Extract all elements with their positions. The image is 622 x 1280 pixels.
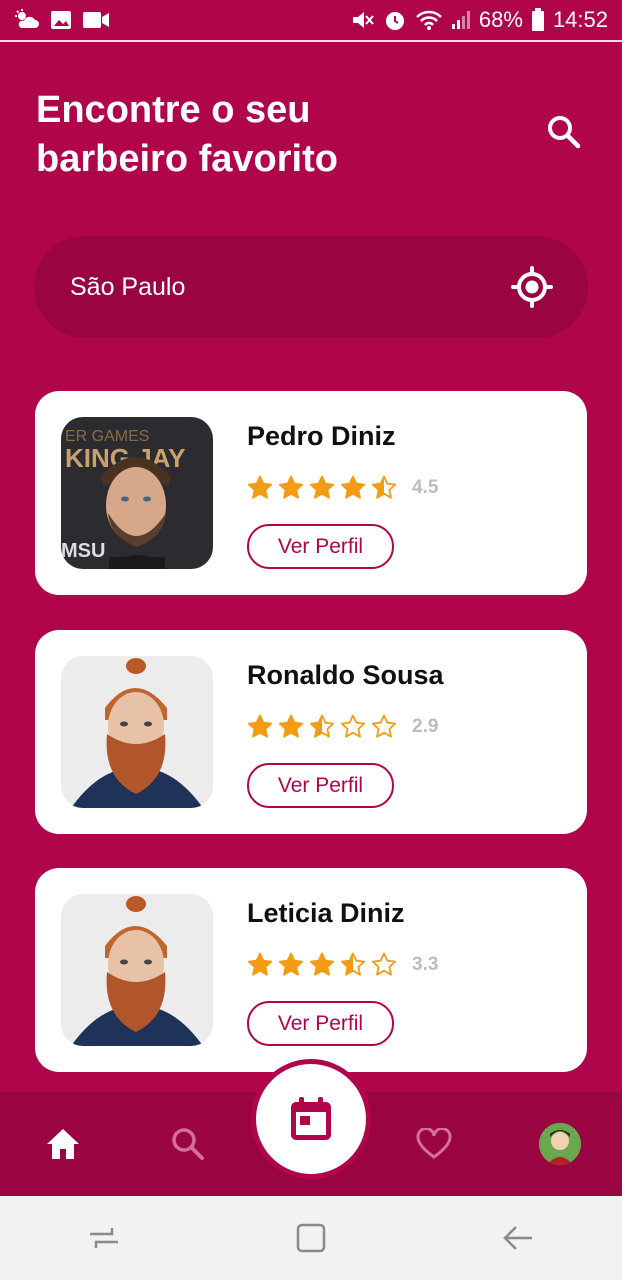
header-search-button[interactable]	[540, 108, 588, 156]
signal-icon	[451, 9, 471, 31]
weather-icon	[14, 9, 40, 31]
avatar	[539, 1123, 581, 1165]
barber-name: Pedro Diniz	[247, 421, 396, 451]
status-bar: 68% 14:52	[0, 0, 622, 42]
view-profile-button[interactable]: Ver Perfil	[247, 1001, 394, 1046]
rating: 4.5	[247, 475, 438, 501]
star-full-icon	[278, 714, 304, 738]
back-button[interactable]	[488, 1208, 548, 1268]
rating: 2.9	[247, 714, 438, 740]
nav-favorites[interactable]	[406, 1116, 462, 1172]
rating: 3.3	[247, 952, 438, 978]
back-arrow-icon	[503, 1226, 533, 1250]
svg-text:MSU: MSU	[61, 540, 105, 562]
star-half-icon	[340, 952, 366, 976]
barber-name: Leticia Diniz	[247, 898, 405, 928]
barber-card[interactable]: Leticia Diniz 3.3 Ver Perfil	[35, 868, 587, 1072]
star-full-icon	[278, 475, 304, 499]
barber-name: Ronaldo Sousa	[247, 660, 444, 690]
square-icon	[296, 1223, 326, 1253]
star-full-icon	[278, 952, 304, 976]
mute-icon	[351, 9, 375, 31]
barber-card[interactable]: ER GAMES KING JAY MSU Pedro Diniz 4.5 Ve…	[35, 391, 587, 595]
location-input[interactable]	[70, 272, 470, 302]
star-full-icon	[247, 952, 273, 976]
location-bar	[34, 236, 588, 338]
alarm-icon	[383, 8, 407, 32]
star-empty-icon	[371, 952, 397, 976]
star-full-icon	[309, 475, 335, 499]
page-title: Encontre o seu barbeiro favorito	[36, 86, 456, 184]
star-full-icon	[309, 952, 335, 976]
barber-photo	[61, 894, 213, 1046]
home-icon	[47, 1129, 79, 1159]
schedule-button[interactable]	[251, 1059, 371, 1179]
barber-photo	[61, 656, 213, 808]
battery-icon	[531, 8, 545, 32]
search-icon	[172, 1128, 204, 1160]
nav-profile[interactable]	[532, 1116, 588, 1172]
my-location-button[interactable]	[510, 265, 554, 309]
nav-search[interactable]	[160, 1116, 216, 1172]
barber-photo: ER GAMES KING JAY MSU	[61, 417, 213, 569]
status-right-icons: 68% 14:52	[351, 7, 608, 33]
wifi-icon	[415, 9, 443, 31]
recent-apps-button[interactable]	[74, 1208, 134, 1268]
battery-percent: 68%	[478, 7, 523, 32]
star-full-icon	[247, 714, 273, 738]
status-left-icons	[14, 9, 110, 31]
search-icon	[548, 116, 581, 149]
video-icon	[82, 9, 110, 31]
rating-value: 3.3	[412, 954, 439, 975]
star-full-icon	[340, 475, 366, 499]
clock: 14:52	[552, 7, 608, 32]
rating-value: 4.5	[412, 477, 439, 498]
heart-icon	[416, 1128, 452, 1159]
barber-card[interactable]: Ronaldo Sousa 2.9 Ver Perfil	[35, 630, 587, 834]
view-profile-button[interactable]: Ver Perfil	[247, 524, 394, 569]
crosshair-icon	[511, 266, 553, 308]
page-title-line1: Encontre o seu	[36, 89, 311, 131]
star-empty-icon	[371, 714, 397, 738]
image-icon	[50, 9, 72, 31]
star-full-icon	[247, 475, 273, 499]
page-title-line2: barbeiro favorito	[36, 138, 338, 180]
star-empty-icon	[340, 714, 366, 738]
home-system-button[interactable]	[281, 1208, 341, 1268]
system-nav	[0, 1196, 622, 1280]
calendar-icon	[291, 1097, 331, 1140]
rating-value: 2.9	[412, 716, 439, 737]
recent-apps-icon	[89, 1228, 118, 1248]
view-profile-button[interactable]: Ver Perfil	[247, 763, 394, 808]
nav-home[interactable]	[35, 1116, 91, 1172]
star-half-icon	[371, 475, 397, 499]
star-half-icon	[309, 714, 335, 738]
